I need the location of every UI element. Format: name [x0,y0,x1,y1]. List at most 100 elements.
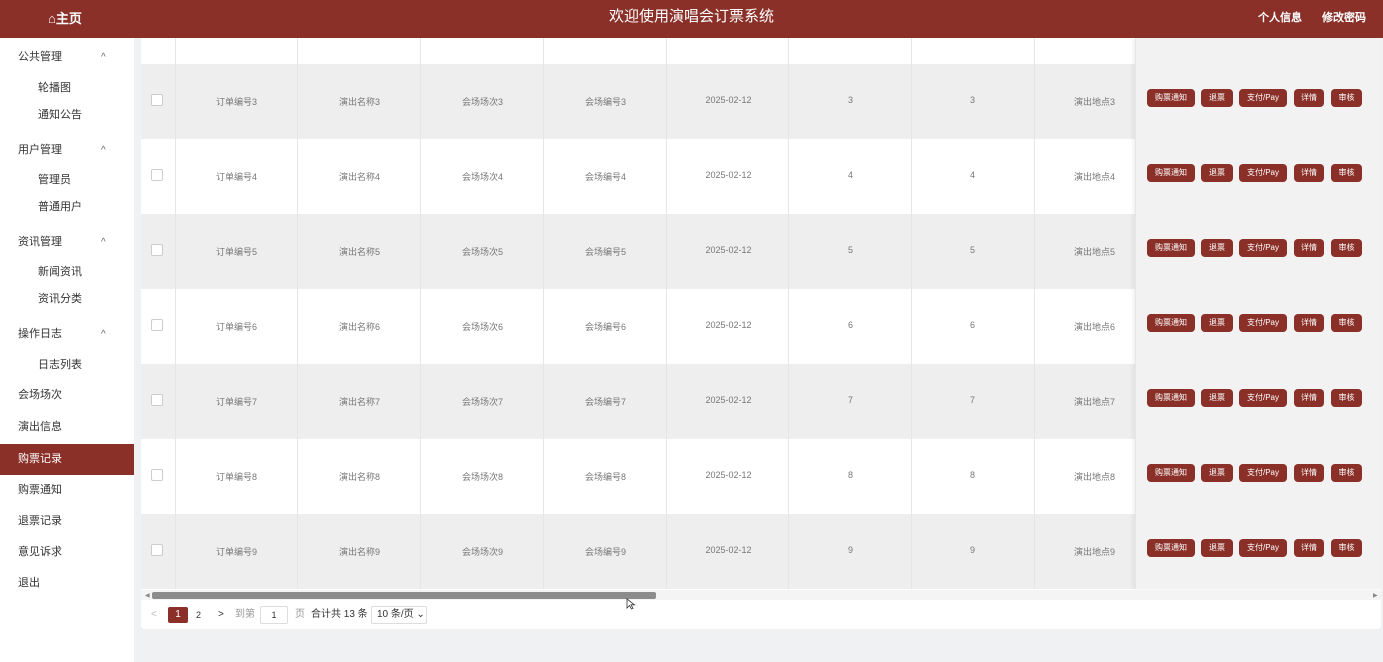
scrollbar-thumb[interactable] [152,592,656,599]
column-divider [543,38,544,589]
chevron-up-icon[interactable]: ^ [101,329,106,340]
page-2-button[interactable]: 2 [196,606,201,624]
detail-button[interactable]: 详情 [1294,389,1324,407]
change-password-link[interactable]: 修改密码 [1322,0,1366,38]
pay-button[interactable]: 支付/Pay [1239,464,1287,482]
mouse-cursor-icon [626,598,636,610]
pay-button[interactable]: 支付/Pay [1239,239,1287,257]
row-checkbox[interactable] [151,469,163,481]
sidebar-item-carousel[interactable]: 轮播图 [38,79,71,95]
row-checkbox[interactable] [151,169,163,181]
show-name-cell: 演出名称4 [338,172,380,182]
venue-number-cell: 会场编号5 [584,247,626,257]
sidebar-item-admin[interactable]: 管理员 [38,171,71,187]
sidebar-item-users[interactable]: 普通用户 [38,198,82,214]
refund-button[interactable]: 退票 [1201,164,1233,182]
review-button[interactable]: 审核 [1331,89,1362,107]
pay-button[interactable]: 支付/Pay [1239,164,1287,182]
review-button[interactable]: 审核 [1331,164,1362,182]
profile-link[interactable]: 个人信息 [1258,0,1302,38]
sidebar-item-logout[interactable]: 退出 [0,568,134,599]
venue-number-cell: 会场编号7 [584,397,626,407]
sidebar-item-purchase-notice[interactable]: 购票通知 [0,475,134,506]
sidebar-item-purchase-records[interactable]: 购票记录 [0,444,134,475]
qty-cell: 9 [847,545,853,555]
top-bar: ⌂主页 欢迎使用演唱会订票系统 个人信息 修改密码 [0,0,1383,38]
show-name-cell: 演出名称6 [338,322,380,332]
goto-page-input[interactable]: 1 [260,606,288,624]
sidebar-item-log-list[interactable]: 日志列表 [38,356,82,372]
sidebar-group-news[interactable]: 资讯管理 [18,233,62,249]
scroll-right-icon[interactable]: ▶ [1373,592,1378,599]
sidebar-item-feedback[interactable]: 意见诉求 [0,537,134,568]
detail-button[interactable]: 详情 [1294,89,1324,107]
column-divider [1034,38,1035,589]
row-checkbox[interactable] [151,244,163,256]
count-cell: 8 [969,470,975,480]
review-button[interactable]: 审核 [1331,389,1362,407]
row-checkbox[interactable] [151,394,163,406]
purchase-notice-button[interactable]: 购票通知 [1147,539,1195,557]
chevron-up-icon[interactable]: ^ [101,52,106,63]
sidebar-item-session[interactable]: 会场场次 [0,380,134,411]
pay-button[interactable]: 支付/Pay [1239,314,1287,332]
purchase-notice-button[interactable]: 购票通知 [1147,389,1195,407]
refund-button[interactable]: 退票 [1201,464,1233,482]
detail-button[interactable]: 详情 [1294,239,1324,257]
prev-page-button[interactable]: < [151,606,157,624]
sidebar-item-show[interactable]: 演出信息 [0,412,134,443]
scroll-left-icon[interactable]: ◀ [145,592,150,599]
purchase-notice-button[interactable]: 购票通知 [1147,239,1195,257]
refund-button[interactable]: 退票 [1201,239,1233,257]
row-checkbox[interactable] [151,94,163,106]
refund-button[interactable]: 退票 [1201,314,1233,332]
purchase-notice-button[interactable]: 购票通知 [1147,464,1195,482]
detail-button[interactable]: 详情 [1294,314,1324,332]
sidebar-item-news[interactable]: 新闻资讯 [38,263,82,279]
review-button[interactable]: 审核 [1331,539,1362,557]
refund-button[interactable]: 退票 [1201,389,1233,407]
review-button[interactable]: 审核 [1331,239,1362,257]
detail-button[interactable]: 详情 [1294,464,1324,482]
venue-number-cell: 会场编号6 [584,322,626,332]
sidebar-group-users[interactable]: 用户管理 [18,141,62,157]
purchase-notice-button[interactable]: 购票通知 [1147,314,1195,332]
total-count: 合计共 13 条 [311,609,368,620]
review-button[interactable]: 审核 [1331,464,1362,482]
session-cell: 会场场次8 [461,472,503,482]
page-1-button[interactable]: 1 [168,607,188,623]
purchase-notice-button[interactable]: 购票通知 [1147,164,1195,182]
chevron-up-icon[interactable]: ^ [101,145,106,156]
order-number-cell: 订单编号5 [215,247,257,257]
order-number-cell: 订单编号3 [215,97,257,107]
column-divider [788,38,789,589]
next-page-button[interactable]: > [218,606,224,624]
review-button[interactable]: 审核 [1331,314,1362,332]
detail-button[interactable]: 详情 [1294,164,1324,182]
column-divider [175,38,176,589]
refund-button[interactable]: 退票 [1201,539,1233,557]
sidebar-item-refund-records[interactable]: 退票记录 [0,506,134,537]
purchase-notice-button[interactable]: 购票通知 [1147,89,1195,107]
qty-cell: 3 [847,95,853,105]
row-checkbox[interactable] [151,544,163,556]
pay-button[interactable]: 支付/Pay [1239,539,1287,557]
page-size-select[interactable]: 10 条/页 ⌄ [371,606,427,624]
session-cell: 会场场次5 [461,247,503,257]
date-cell: 2025-02-12 [705,470,752,480]
sidebar-item-notice[interactable]: 通知公告 [38,106,82,122]
venue-number-cell: 会场编号8 [584,472,626,482]
pay-button[interactable]: 支付/Pay [1239,89,1287,107]
chevron-up-icon[interactable]: ^ [101,237,106,248]
qty-cell: 8 [847,470,853,480]
sidebar-group-public[interactable]: 公共管理 [18,48,62,64]
sidebar-item-news-category[interactable]: 资讯分类 [38,290,82,306]
venue-number-cell: 会场编号3 [584,97,626,107]
row-checkbox[interactable] [151,319,163,331]
refund-button[interactable]: 退票 [1201,89,1233,107]
pay-button[interactable]: 支付/Pay [1239,389,1287,407]
sidebar-group-logs[interactable]: 操作日志 [18,325,62,341]
detail-button[interactable]: 详情 [1294,539,1324,557]
order-number-cell: 订单编号8 [215,472,257,482]
count-cell: 9 [969,545,975,555]
